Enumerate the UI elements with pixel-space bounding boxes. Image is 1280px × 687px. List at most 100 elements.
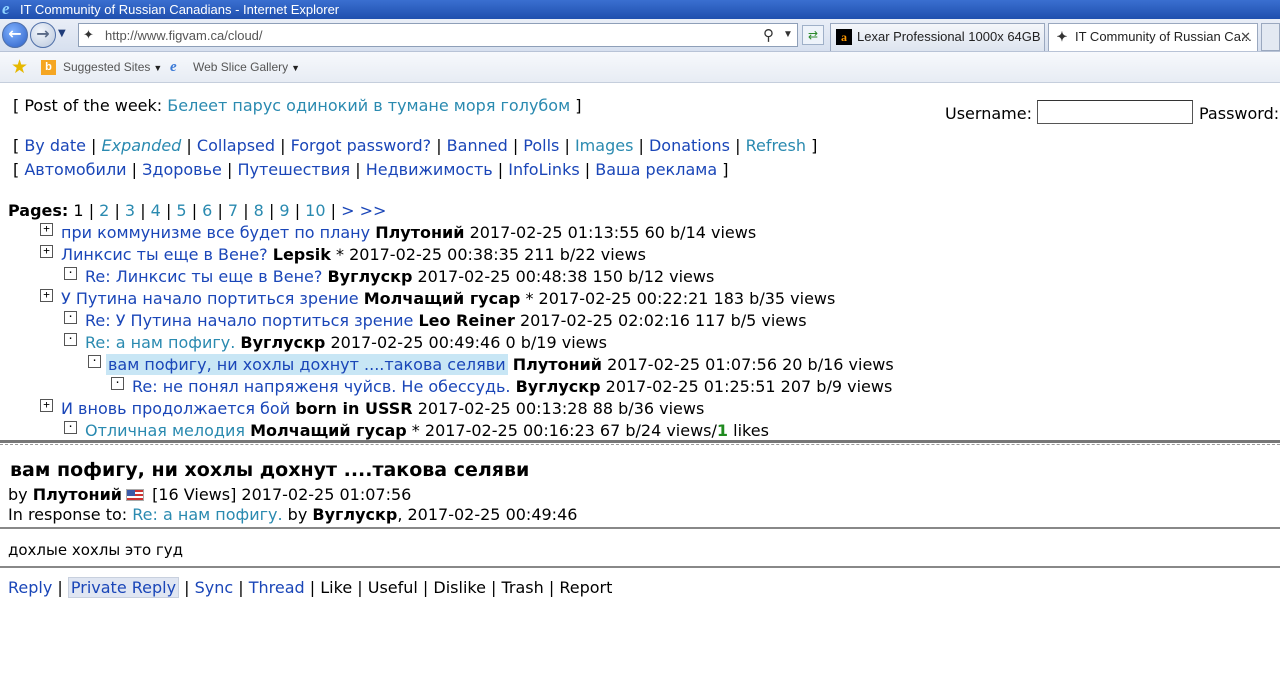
nav-health[interactable]: Здоровье [142, 160, 222, 179]
in-response-link[interactable]: Re: а нам пофигу. [132, 505, 282, 524]
suggested-sites-link[interactable]: Suggested Sites ▼ [63, 52, 162, 84]
nav-polls[interactable]: Polls [523, 136, 559, 155]
nav-travel[interactable]: Путешествия [237, 160, 350, 179]
bing-icon: b [41, 60, 56, 75]
thread-title-link[interactable]: вам пофигу, ни хохлы дохнут ....такова с… [106, 354, 508, 375]
nav-refresh[interactable]: Refresh [746, 136, 806, 155]
current-page: 1 [73, 201, 84, 220]
next-pages-link[interactable]: > >> [341, 201, 386, 220]
thread-title-link[interactable]: Re: Линксис ты еще в Вене? [85, 267, 322, 286]
nav-forgot-password[interactable]: Forgot password? [291, 136, 431, 155]
like-action[interactable]: Like [320, 578, 352, 597]
arrow-right-icon: → [36, 24, 50, 43]
thread-meta: * 2017-02-25 00:38:35 211 b/22 views [336, 245, 646, 264]
address-dropdown-chevron-icon[interactable]: ▼ [783, 29, 793, 40]
trash-action[interactable]: Trash [502, 578, 544, 597]
thread-link[interactable]: Thread [249, 578, 305, 597]
favorites-star-icon[interactable]: ★ [11, 52, 28, 83]
report-action[interactable]: Report [559, 578, 612, 597]
thread-title-link[interactable]: Линксис ты еще в Вене? [61, 245, 268, 264]
nav-expanded[interactable]: Expanded [102, 136, 182, 155]
expand-plus-icon[interactable]: + [40, 289, 53, 302]
thread-title-link[interactable]: при коммунизме все будет по плану [61, 223, 370, 242]
username-label: Username: [945, 104, 1032, 123]
thread-row-selected: вам пофигу, ни хохлы дохнут ....такова с… [106, 354, 894, 375]
pages-label: Pages: [8, 201, 69, 220]
expand-plus-icon[interactable]: + [40, 399, 53, 412]
chevron-down-icon: ▼ [153, 63, 163, 73]
leaf-dot-icon[interactable]: · [64, 333, 77, 346]
thread-author: Lepsik [272, 245, 331, 264]
forward-button[interactable]: → [30, 22, 56, 48]
reply-link[interactable]: Reply [8, 578, 52, 597]
thread-author: Молчащий гусар [363, 289, 521, 308]
sync-link[interactable]: Sync [195, 578, 234, 597]
refresh-compat-button[interactable]: ⇄ [802, 25, 824, 45]
page-link[interactable]: 7 [228, 201, 238, 220]
nav-donations[interactable]: Donations [649, 136, 730, 155]
back-button[interactable]: ← [2, 22, 28, 48]
new-tab-button[interactable] [1261, 23, 1280, 51]
page-link[interactable]: 9 [279, 201, 289, 220]
window-titlebar: e IT Community of Russian Canadians - In… [0, 0, 1280, 19]
username-input[interactable] [1037, 100, 1193, 124]
dislike-action[interactable]: Dislike [433, 578, 486, 597]
tab-lexar[interactable]: a Lexar Professional 1000x 64GB ... [830, 23, 1045, 51]
ie-logo-icon: e [2, 0, 10, 18]
potw-link[interactable]: Белеет парус одинокий в тумане моря голу… [167, 96, 570, 115]
nav-cars[interactable]: Автомобили [24, 160, 126, 179]
private-reply-link[interactable]: Private Reply [67, 577, 180, 598]
page-link[interactable]: 10 [305, 201, 325, 220]
ie-favicon-icon: e [170, 59, 177, 75]
leaf-dot-icon[interactable]: · [64, 311, 77, 324]
refresh-arrows-icon: ⇄ [807, 28, 819, 42]
frame-splitter-dashed [0, 444, 1280, 445]
post-views-date: [16 Views] 2017-02-25 01:07:56 [152, 485, 412, 504]
tab-it-community[interactable]: ✦ IT Community of Russian Ca... ✕ [1048, 23, 1258, 51]
page-link[interactable]: 5 [176, 201, 186, 220]
useful-action[interactable]: Useful [368, 578, 418, 597]
address-input[interactable] [103, 25, 753, 45]
nav-images[interactable]: Images [575, 136, 633, 155]
leaf-dot-icon[interactable]: · [64, 267, 77, 280]
expand-plus-icon[interactable]: + [40, 223, 53, 236]
nav-collapsed[interactable]: Collapsed [197, 136, 275, 155]
history-dropdown-chevron-icon[interactable]: ▼ [58, 28, 66, 39]
nav-infolinks[interactable]: InfoLinks [508, 160, 579, 179]
thread-meta: * 2017-02-25 00:16:23 67 b/24 views/ [411, 421, 717, 440]
post-byline: by Плутоний [16 Views] 2017-02-25 01:07:… [8, 485, 412, 504]
address-bar: ✦ ⚲ ▼ [78, 23, 798, 47]
nav-ads[interactable]: Ваша реклама [595, 160, 717, 179]
window-title: IT Community of Russian Canadians - Inte… [20, 2, 340, 17]
page-link[interactable]: 4 [151, 201, 161, 220]
page-link[interactable]: 8 [254, 201, 264, 220]
nav-banned[interactable]: Banned [447, 136, 508, 155]
page-link[interactable]: 2 [99, 201, 109, 220]
thread-title-link[interactable]: Re: У Путина начало портиться зрение [85, 311, 413, 330]
thread-row: Re: Линксис ты еще в Вене? Вуглускр 2017… [85, 267, 714, 286]
frame-splitter[interactable] [0, 440, 1280, 443]
search-icon[interactable]: ⚲ [763, 26, 774, 44]
web-slice-gallery-link[interactable]: Web Slice Gallery ▼ [193, 52, 300, 84]
thread-title-link[interactable]: Отличная мелодия [85, 421, 245, 440]
page-link[interactable]: 6 [202, 201, 212, 220]
thread-title-link[interactable]: И вновь продолжается бой [61, 399, 290, 418]
post-separator [0, 566, 1280, 568]
thread-title-link[interactable]: Re: а нам пофигу. [85, 333, 235, 352]
thread-meta: 2017-02-25 01:13:55 60 b/14 views [469, 223, 757, 242]
post-of-the-week: [ Post of the week: Белеет парус одиноки… [13, 96, 582, 115]
thread-row: И вновь продолжается бой born in USSR 20… [61, 399, 704, 418]
page-link[interactable]: 3 [125, 201, 135, 220]
leaf-dot-icon[interactable]: · [88, 355, 101, 368]
close-tab-icon[interactable]: ✕ [1240, 24, 1251, 50]
thread-title-link[interactable]: У Путина начало портиться зрение [61, 289, 359, 308]
password-label: Password: [1199, 104, 1280, 123]
thread-meta: 2017-02-25 01:25:51 207 b/9 views [605, 377, 893, 396]
thread-meta: 2017-02-25 01:07:56 20 b/16 views [607, 355, 894, 374]
nav-realty[interactable]: Недвижимость [366, 160, 493, 179]
expand-plus-icon[interactable]: + [40, 245, 53, 258]
leaf-dot-icon[interactable]: · [64, 421, 77, 434]
nav-by-date[interactable]: By date [24, 136, 86, 155]
thread-title-link[interactable]: Re: не понял напряженя чуйсв. Не обессуд… [132, 377, 511, 396]
leaf-dot-icon[interactable]: · [111, 377, 124, 390]
